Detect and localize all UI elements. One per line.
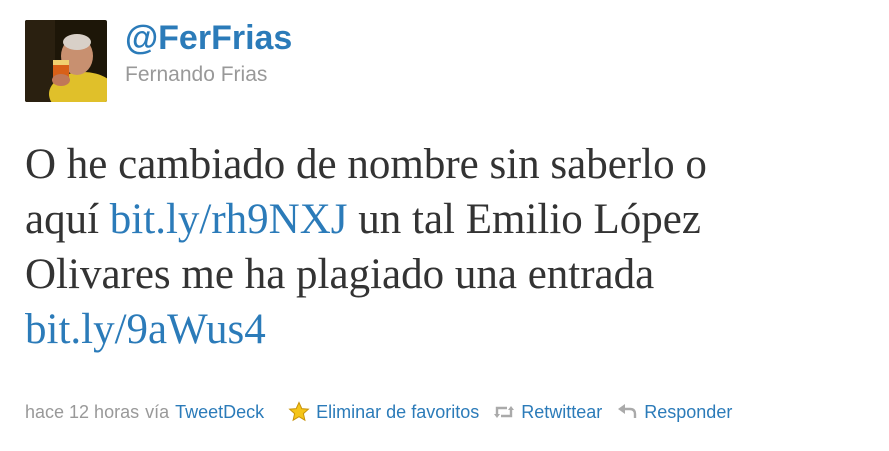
tweet-text-line: bit.ly/9aWus4 xyxy=(25,302,885,357)
retweet-button[interactable]: Retwittear xyxy=(521,398,602,426)
user-full-name: Fernando Frias xyxy=(125,63,268,86)
avatar[interactable] xyxy=(25,20,107,102)
tweet-text-segment: Olivares me ha plagiado una entrada xyxy=(25,251,655,298)
retweet-action[interactable]: Retwittear xyxy=(493,398,602,426)
tweet-text-segment: O he cambiado de nombre sin saberlo o xyxy=(25,141,707,188)
reply-action[interactable]: Responder xyxy=(616,398,732,426)
tweet-text-segment: aquí xyxy=(25,196,110,243)
tweet-text: O he cambiado de nombre sin saberlo o aq… xyxy=(25,137,885,357)
tweet-text-line: aquí bit.ly/rh9NXJ un tal Emilio López xyxy=(25,192,885,247)
tweet-link[interactable]: bit.ly/rh9NXJ xyxy=(110,196,348,243)
via-label: vía xyxy=(145,402,170,422)
favorite-action[interactable]: Eliminar de favoritos xyxy=(288,398,479,426)
star-icon xyxy=(288,401,310,423)
user-handle-link[interactable]: @FerFrias xyxy=(125,18,292,58)
favorite-button[interactable]: Eliminar de favoritos xyxy=(316,398,479,426)
tweet-meta-bar: hace 12 horas vía TweetDeck Eliminar de … xyxy=(25,398,732,426)
reply-icon xyxy=(616,401,638,423)
tweet-text-line: Olivares me ha plagiado una entrada xyxy=(25,247,885,302)
tweet-card: @FerFrias Fernando Frias O he cambiado d… xyxy=(0,0,889,451)
tweet-text-segment: un tal Emilio López xyxy=(347,196,701,243)
timestamp-link[interactable]: hace 12 horas xyxy=(25,398,139,426)
tweet-link[interactable]: bit.ly/9aWus4 xyxy=(25,306,266,353)
tweet-text-line: O he cambiado de nombre sin saberlo o xyxy=(25,137,885,192)
source-link[interactable]: TweetDeck xyxy=(175,398,264,426)
retweet-icon xyxy=(493,401,515,423)
avatar-photo xyxy=(25,20,107,102)
reply-button[interactable]: Responder xyxy=(644,398,732,426)
